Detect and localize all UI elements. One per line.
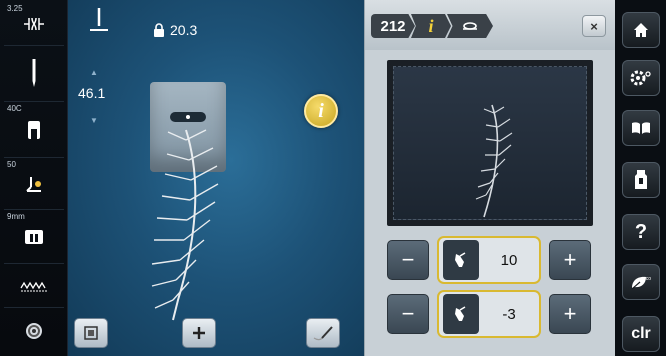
hand-tap-icon (443, 294, 479, 334)
value-field-2[interactable]: -3 (437, 290, 541, 338)
increase-button-2[interactable]: + (549, 294, 591, 334)
panel-header: 212 i × (365, 0, 616, 50)
breadcrumb-info[interactable]: i (411, 14, 451, 38)
breadcrumb-presser-foot[interactable] (447, 14, 493, 38)
stitch-info-panel: 212 i × − 10 + − -3 + (364, 0, 616, 356)
stitch-pattern-button[interactable] (4, 264, 64, 308)
add-button[interactable] (182, 318, 216, 348)
breadcrumb-stitch-number[interactable]: 212 (371, 14, 415, 38)
needle-thread-icon (313, 326, 333, 341)
stitch-pattern-preview (151, 129, 219, 321)
clear-button[interactable]: clr (622, 316, 660, 352)
layout-icon (84, 326, 98, 340)
presser-foot-button[interactable]: 40C (4, 102, 64, 158)
presser-pressure-value: 50 (7, 160, 16, 169)
breadcrumb: 212 i (371, 14, 493, 38)
stitch-width-icon (24, 17, 44, 30)
needle-thread-button[interactable] (306, 318, 340, 348)
embroidery-preview-frame (387, 60, 593, 226)
tutorial-button[interactable] (622, 110, 660, 146)
help-button[interactable]: ? (622, 214, 660, 250)
hand-tap-icon (443, 240, 479, 280)
needle-icon (32, 58, 36, 87)
fern-motif-preview (475, 104, 513, 218)
value-2: -3 (502, 305, 516, 323)
layout-button[interactable] (74, 318, 108, 348)
sewing-machine-screen: 3.25 40C 50 9mm 20.3 ▲ 46.1 ▼ i 212 i × … (0, 0, 666, 356)
value-row-1: − 10 + (387, 236, 593, 284)
bobbin-icon (26, 323, 42, 339)
eco-button[interactable]: eco (622, 264, 660, 300)
presser-foot-sole-icon (463, 22, 477, 30)
bobbin-button[interactable] (4, 308, 64, 354)
plus-icon (193, 327, 205, 339)
creative-consultant-button[interactable] (622, 162, 660, 198)
decrease-button-2[interactable]: − (387, 294, 429, 334)
embroidery-preview (393, 66, 587, 220)
svg-text:eco: eco (643, 276, 651, 282)
home-icon (634, 23, 648, 37)
creative-consultant-icon (635, 170, 647, 189)
home-button[interactable] (622, 12, 660, 48)
stitch-width-value: 3.25 (7, 4, 23, 13)
stitch-width-button[interactable]: 3.25 (4, 2, 64, 46)
stitch-plate-icon (25, 229, 43, 244)
eco-icon: eco (631, 276, 651, 290)
presser-pressure-icon (26, 176, 41, 192)
value-field-1[interactable]: 10 (437, 236, 541, 284)
decrease-button-1[interactable]: − (387, 240, 429, 280)
stitch-pattern-icon (20, 281, 47, 291)
presser-foot-label: 40C (7, 104, 22, 113)
needle-button[interactable] (4, 46, 64, 102)
increase-button-1[interactable]: + (549, 240, 591, 280)
settings-icon (630, 70, 651, 86)
info-button[interactable]: i (304, 94, 338, 128)
right-toolbar: ? eco clr (615, 0, 666, 356)
tutorial-book-icon (632, 122, 650, 134)
presser-pressure-button[interactable]: 50 (4, 158, 64, 210)
stitch-canvas[interactable]: 20.3 ▲ 46.1 ▼ i (68, 0, 364, 356)
stitch-plate-label: 9mm (7, 212, 25, 221)
help-icon: ? (634, 220, 648, 243)
value-1: 10 (500, 251, 518, 269)
presser-foot-icon (28, 120, 40, 139)
settings-button[interactable] (622, 60, 660, 96)
left-status-bar: 3.25 40C 50 9mm (0, 0, 68, 356)
close-button[interactable]: × (582, 15, 606, 37)
stitch-plate-button[interactable]: 9mm (4, 210, 64, 264)
value-row-2: − -3 + (387, 290, 593, 338)
